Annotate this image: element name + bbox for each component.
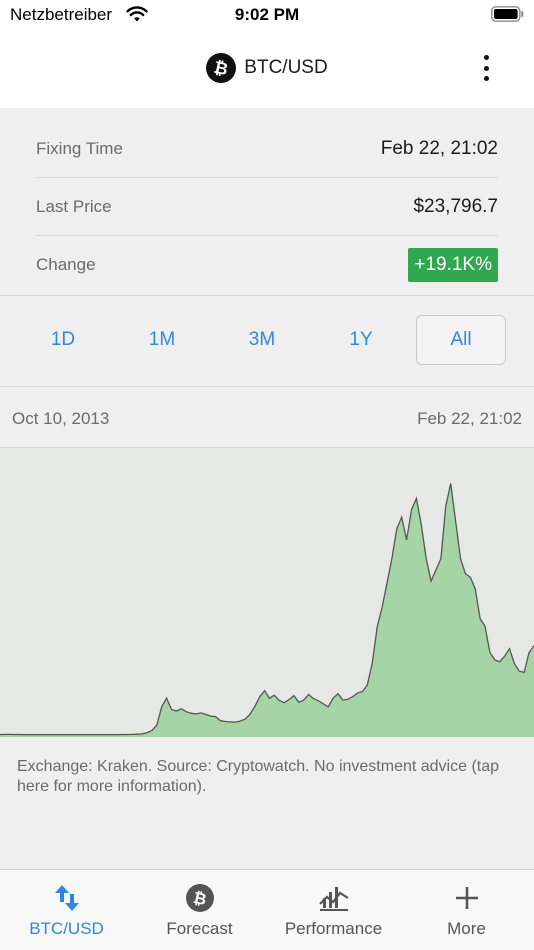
tab-label: Performance — [284, 919, 383, 938]
nav-bar: ₿ BTC/USD — [0, 32, 534, 108]
price-chart-svg — [0, 483, 534, 737]
chart-header: Oct 10, 2013 Feb 22, 21:02 — [0, 387, 534, 447]
fixing-time-label: Fixing Time — [36, 138, 123, 158]
range-3m-button[interactable]: 3M — [217, 315, 307, 365]
disclaimer-section: Exchange: Kraken. Source: Cryptowatch. N… — [0, 737, 534, 869]
tab-performance[interactable]: Performance — [267, 870, 400, 950]
price-info-section: Fixing Time Feb 22, 21:02 Last Price $23… — [0, 108, 534, 295]
change-row: Change +19.1K% — [36, 236, 498, 294]
tab-label: BTC/USD — [29, 919, 104, 938]
nav-title-group: ₿ BTC/USD — [0, 53, 534, 83]
range-1y-button[interactable]: 1Y — [316, 315, 406, 365]
change-badge: +19.1K% — [408, 248, 498, 282]
disclaimer-link[interactable]: Exchange: Kraken. Source: Cryptowatch. N… — [17, 757, 517, 797]
performance-chart-icon — [318, 887, 349, 911]
bitcoin-icon: ₿ — [206, 53, 237, 83]
tab-bar: BTC/USD ₿ Forecast Performance More — [0, 869, 534, 950]
tab-label: More — [447, 919, 486, 938]
more-vertical-icon-dot — [483, 65, 489, 71]
swap-arrows-icon — [54, 885, 79, 911]
more-vertical-icon — [483, 55, 489, 60]
fixing-time-row: Fixing Time Feb 22, 21:02 — [36, 120, 498, 178]
status-time: 9:02 PM — [234, 5, 300, 24]
tab-btc-usd[interactable]: BTC/USD — [0, 870, 133, 950]
last-price-row: Last Price $23,796.7 — [36, 178, 498, 236]
price-area-fill — [0, 483, 534, 737]
change-label: Change — [36, 255, 96, 274]
page-title: BTC/USD — [244, 57, 328, 78]
range-1m-button[interactable]: 1M — [117, 315, 207, 365]
last-price-label: Last Price — [36, 196, 112, 216]
range-selector: 1D 1M 3M 1Y All — [0, 296, 534, 386]
range-all-button[interactable]: All — [416, 315, 506, 365]
tab-label: Forecast — [166, 919, 233, 938]
plus-icon — [455, 887, 478, 909]
bitcoin-icon: ₿ — [185, 884, 214, 912]
tab-forecast[interactable]: ₿ Forecast — [133, 870, 266, 950]
last-price-value: $23,796.7 — [413, 195, 498, 217]
more-options-button[interactable] — [482, 55, 490, 81]
range-1d-button[interactable]: 1D — [18, 315, 108, 365]
battery-icon — [491, 6, 524, 22]
more-vertical-icon-dot — [483, 76, 489, 81]
chart-start-date: Oct 10, 2013 — [12, 409, 110, 428]
fixing-time-value: Feb 22, 21:02 — [380, 137, 498, 159]
price-chart[interactable] — [0, 447, 534, 737]
chart-end-date: Feb 22, 21:02 — [417, 409, 522, 428]
status-bar: Netzbetreiber 9:02 PM — [0, 0, 534, 32]
tab-more[interactable]: More — [400, 870, 533, 950]
